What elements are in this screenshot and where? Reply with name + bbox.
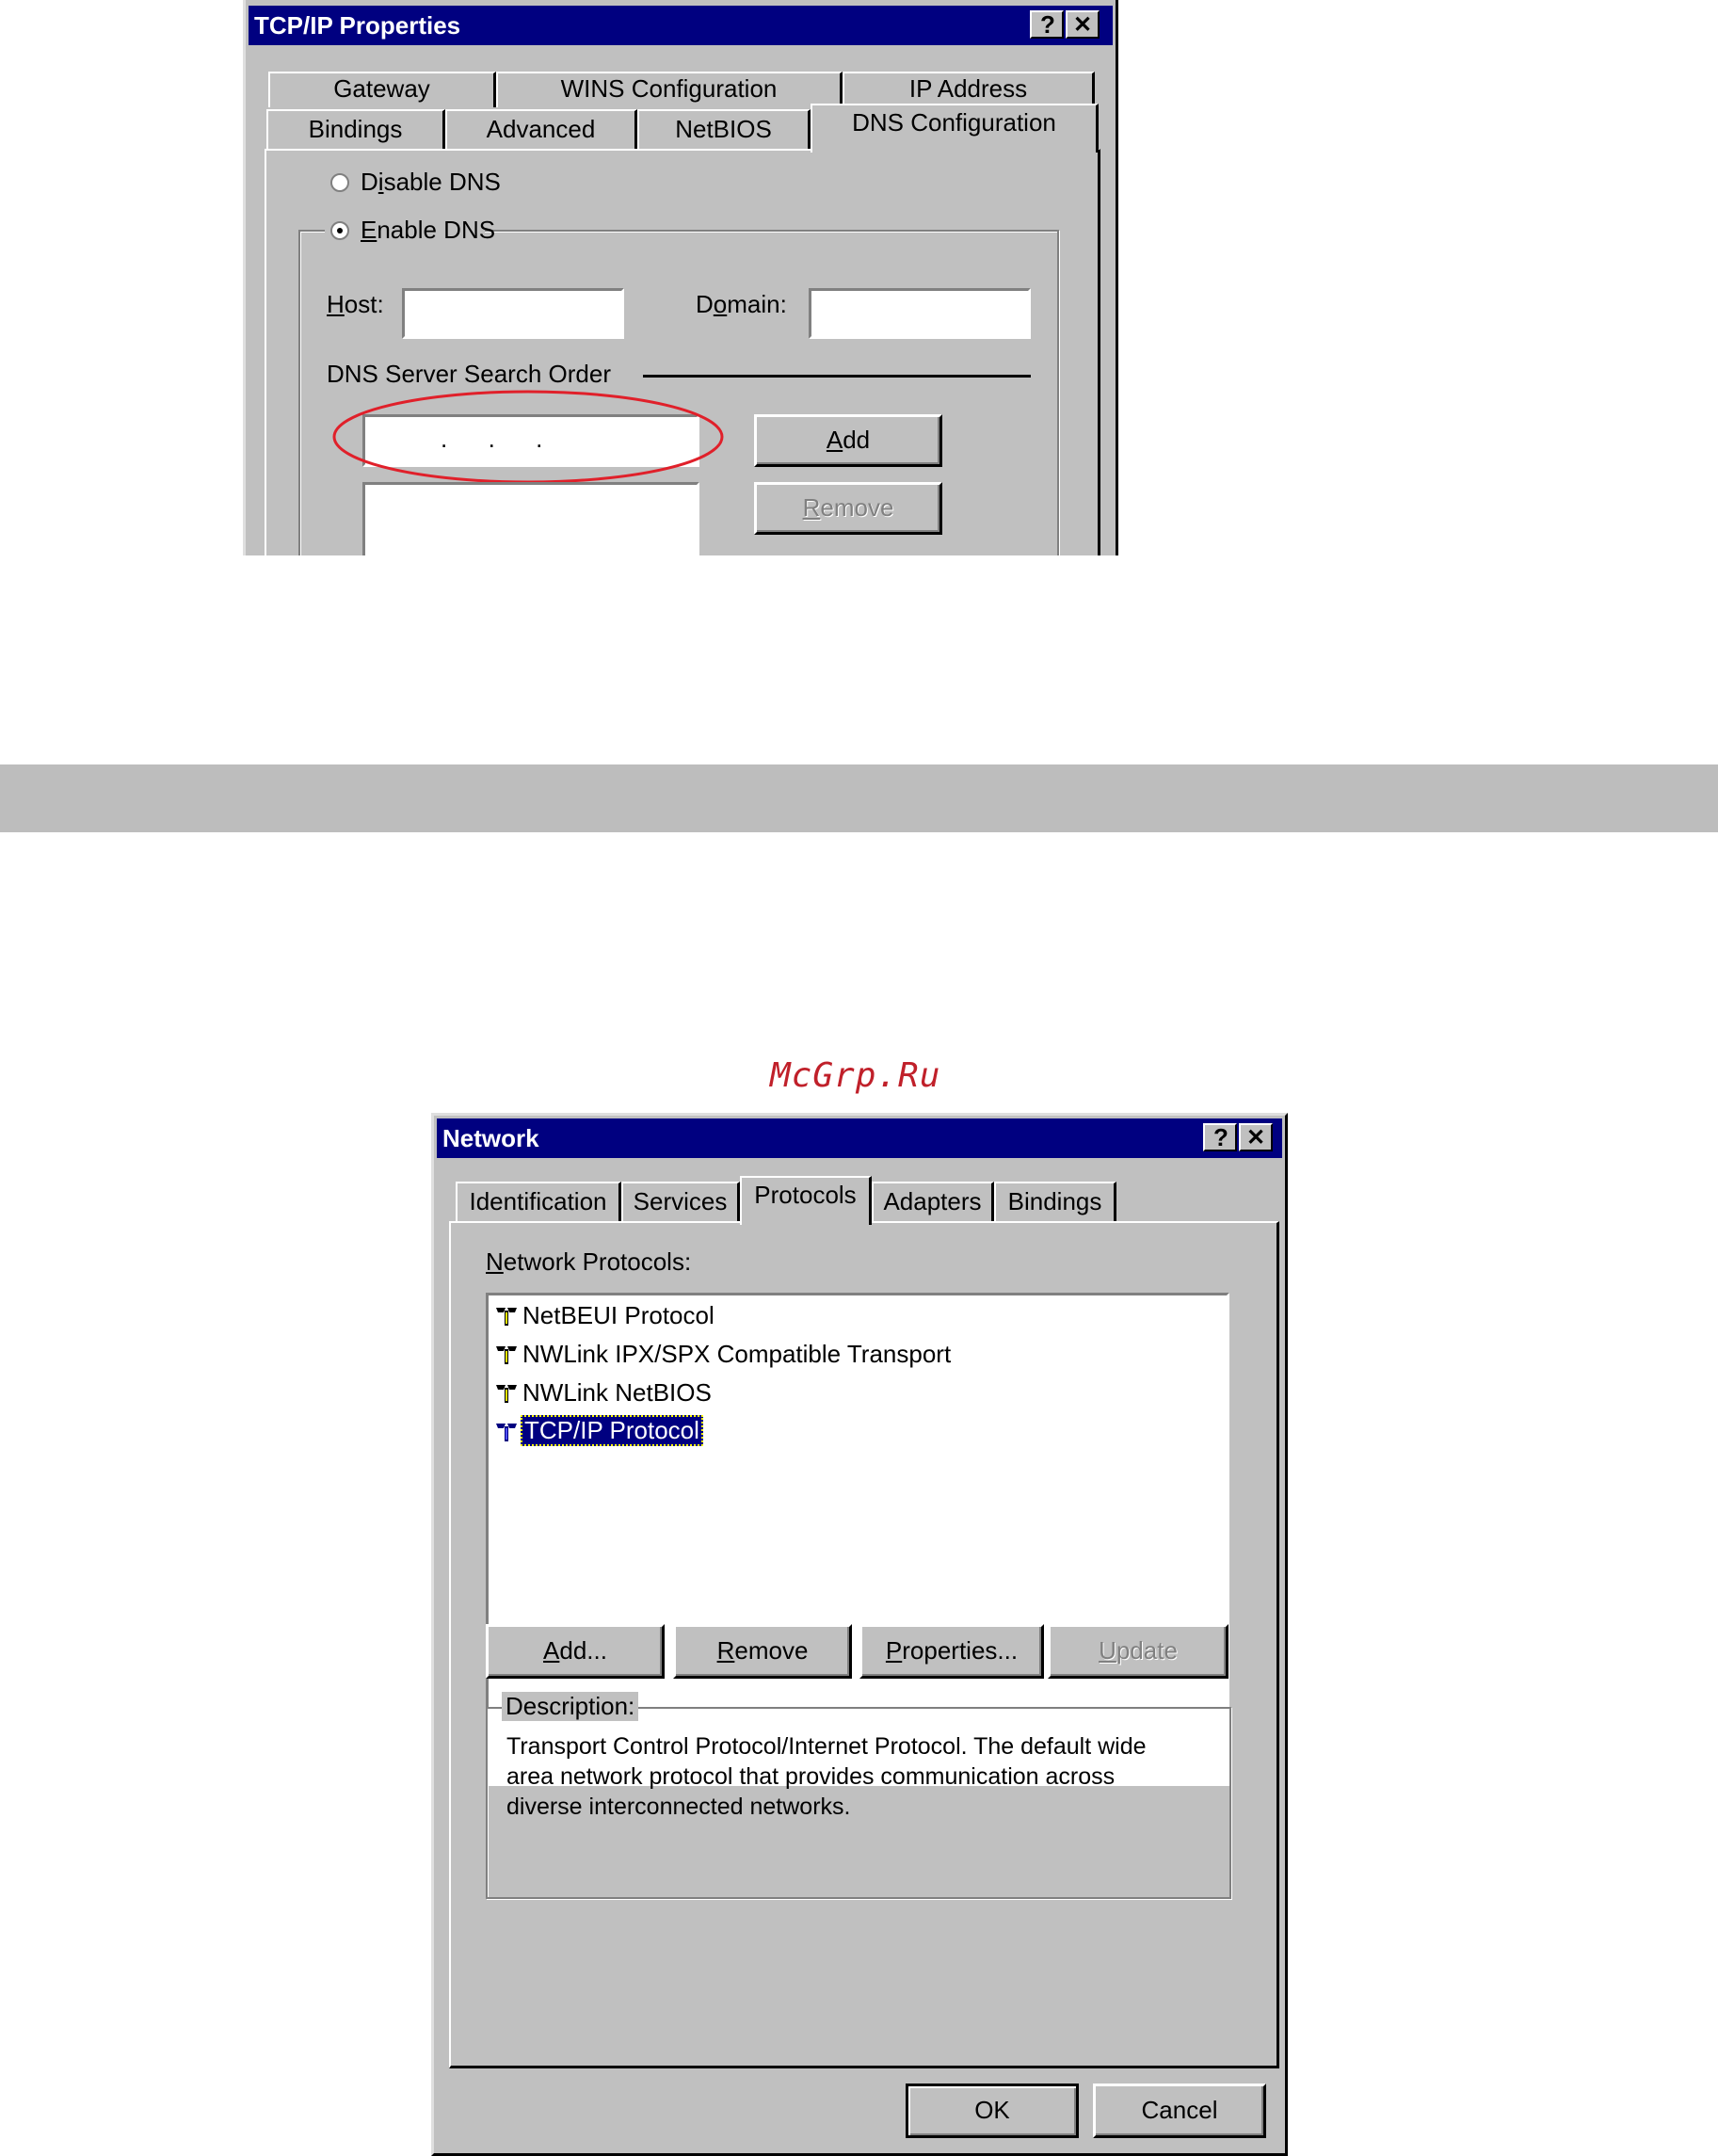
tab-adapters-label: Adapters	[883, 1187, 982, 1215]
list-item[interactable]: NetBEUI Protocol	[490, 1299, 1149, 1333]
enable-dns-radio[interactable]	[330, 221, 349, 240]
help-button[interactable]: ?	[1030, 10, 1064, 39]
tab-advanced[interactable]: Advanced	[445, 109, 637, 149]
tab-bindings-label: Bindings	[1007, 1187, 1102, 1215]
protocol-update-button[interactable]: Update	[1048, 1624, 1228, 1679]
host-label: Host:	[327, 290, 384, 318]
tab-protocols-label: Protocols	[754, 1181, 857, 1209]
network-close-button[interactable]: ✕	[1239, 1123, 1273, 1151]
search-order-separator	[643, 375, 1031, 378]
tab-netbios-label: NetBIOS	[675, 115, 772, 143]
description-text: Transport Control Protocol/Internet Prot…	[506, 1733, 1147, 1820]
dns-remove-button[interactable]: Remove	[754, 482, 942, 535]
disable-dns-radio[interactable]	[330, 173, 349, 192]
highlight-ellipse	[332, 390, 724, 484]
tcpip-title-bar[interactable]: TCP/IP Properties ? ✕	[249, 6, 1113, 45]
host-input[interactable]	[402, 288, 624, 339]
tab-services[interactable]: Services	[621, 1182, 740, 1221]
close-icon: ✕	[1073, 12, 1093, 38]
tab-gateway[interactable]: Gateway	[268, 72, 496, 107]
protocol-add-button[interactable]: Add...	[486, 1624, 665, 1679]
protocol-nwlink-netbios: NWLink NetBIOS	[522, 1378, 712, 1407]
list-item-selected[interactable]: TCP/IP Protocol	[490, 1415, 1149, 1449]
tcpip-title: TCP/IP Properties	[254, 11, 461, 40]
dns-server-search-order-label: DNS Server Search Order	[327, 360, 611, 388]
tab-identification-label: Identification	[469, 1187, 607, 1215]
disable-dns-label[interactable]: Disable DNS	[361, 168, 501, 197]
list-item[interactable]: NWLink NetBIOS	[490, 1376, 1149, 1410]
tab-wins-configuration[interactable]: WINS Configuration	[496, 72, 843, 107]
cancel-button[interactable]: Cancel	[1093, 2084, 1266, 2138]
tab-bindings-label: Bindings	[308, 115, 403, 143]
tcpip-properties-dialog: TCP/IP Properties ? ✕ Gateway WINS Confi…	[243, 0, 1118, 555]
tab-bindings[interactable]: Bindings	[266, 109, 445, 149]
close-button[interactable]: ✕	[1066, 10, 1100, 39]
tab-wins-label: WINS Configuration	[560, 74, 778, 103]
network-protocol-icon	[496, 1424, 517, 1441]
tab-advanced-label: Advanced	[486, 115, 596, 143]
network-protocol-icon	[496, 1385, 517, 1403]
description-label: Description:	[502, 1692, 639, 1721]
watermark-text: McGrp.Ru	[770, 1056, 941, 1095]
enable-dns-label[interactable]: Enable DNS	[361, 216, 495, 245]
network-dialog: Network ? ✕ Identification Services Prot…	[431, 1113, 1288, 2156]
help-icon: ?	[1040, 10, 1055, 39]
tab-protocols[interactable]: Protocols	[740, 1176, 872, 1225]
protocol-nwlink-ipx-spx: NWLink IPX/SPX Compatible Transport	[522, 1340, 952, 1368]
help-icon: ?	[1213, 1123, 1228, 1151]
protocol-remove-button[interactable]: Remove	[673, 1624, 852, 1679]
dns-add-button[interactable]: Add	[754, 414, 942, 467]
network-protocol-icon	[496, 1346, 517, 1364]
tab-services-label: Services	[633, 1187, 728, 1215]
network-title: Network	[442, 1124, 539, 1152]
tab-netbios[interactable]: NetBIOS	[637, 109, 811, 149]
network-protocols-label: Network Protocols:	[486, 1247, 692, 1276]
tab-bindings[interactable]: Bindings	[994, 1182, 1116, 1221]
tab-dns-configuration[interactable]: DNS Configuration	[811, 104, 1099, 153]
tab-identification[interactable]: Identification	[456, 1182, 621, 1221]
tab-ip-address-label: IP Address	[908, 74, 1028, 103]
tab-dns-label: DNS Configuration	[852, 108, 1056, 137]
ok-button[interactable]: OK	[906, 2084, 1079, 2138]
protocol-properties-button[interactable]: Properties...	[859, 1624, 1044, 1679]
dns-server-list[interactable]	[362, 482, 699, 555]
network-title-bar[interactable]: Network ? ✕	[437, 1118, 1282, 1158]
protocol-netbeui: NetBEUI Protocol	[522, 1301, 714, 1329]
domain-input[interactable]	[809, 288, 1031, 339]
domain-label: Domain:	[696, 290, 787, 318]
network-protocol-icon	[496, 1308, 517, 1326]
page-separator-band	[0, 764, 1718, 832]
tab-ip-address[interactable]: IP Address	[843, 72, 1095, 107]
close-icon: ✕	[1246, 1125, 1266, 1150]
protocol-tcpip-selected: TCP/IP Protocol	[521, 1415, 703, 1446]
network-help-button[interactable]: ?	[1203, 1123, 1237, 1151]
tab-adapters[interactable]: Adapters	[872, 1182, 994, 1221]
tab-gateway-label: Gateway	[333, 74, 430, 103]
list-item[interactable]: NWLink IPX/SPX Compatible Transport	[490, 1338, 1149, 1372]
